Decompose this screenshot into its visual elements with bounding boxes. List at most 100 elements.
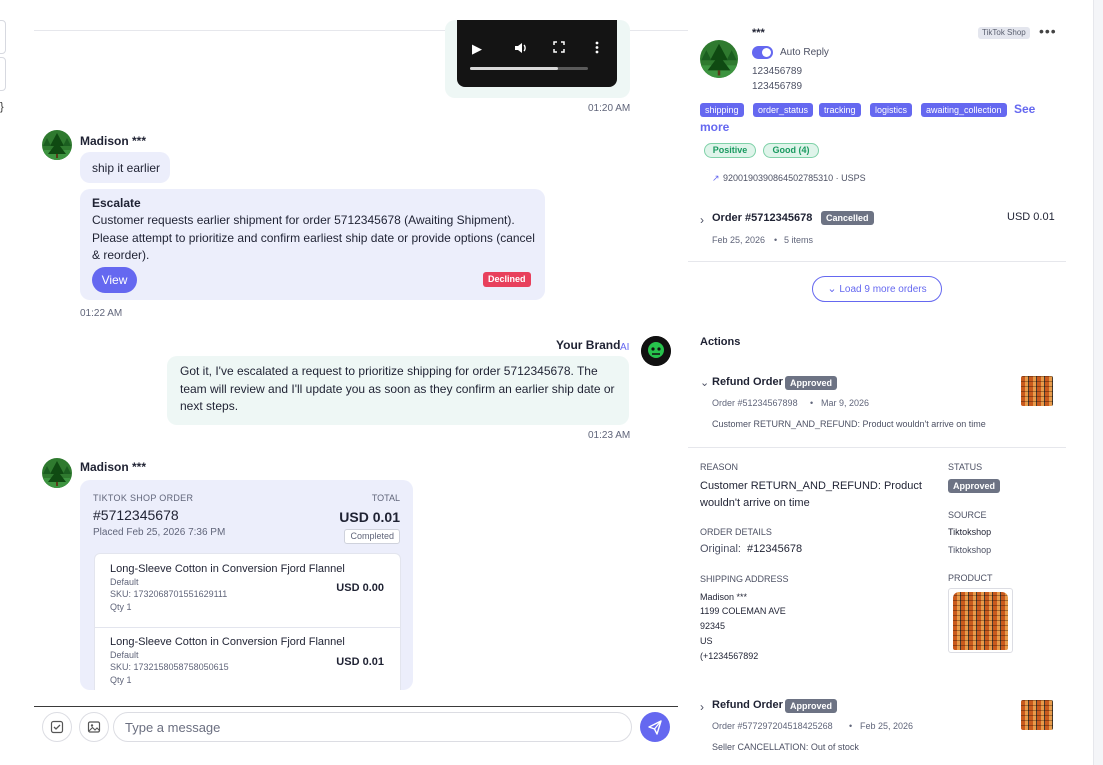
chevron-right-icon[interactable]: › xyxy=(700,213,704,227)
customer-id: 123456789 xyxy=(752,66,803,77)
video-more-icon[interactable] xyxy=(595,41,599,57)
shipping-address-label: SHIPPING ADDRESS xyxy=(700,574,789,584)
composer-divider xyxy=(34,706,678,707)
item-qty: Qty 1 xyxy=(110,602,132,612)
tag-chip[interactable]: logistics xyxy=(870,103,913,117)
collapsed-panel-edge[interactable] xyxy=(0,20,6,54)
tag-chip[interactable]: order_status xyxy=(753,103,814,117)
channel-badge: TikTok Shop xyxy=(978,27,1030,39)
source-value: Tiktokshop xyxy=(948,527,992,537)
product-image xyxy=(953,592,1008,650)
product-image-frame[interactable] xyxy=(948,588,1013,653)
order-card-label: TIKTOK SHOP ORDER xyxy=(93,493,194,503)
escalation-title: Escalate xyxy=(92,196,141,210)
total-label: TOTAL xyxy=(371,493,400,503)
item-name: Long-Sleeve Cotton in Conversion Fjord F… xyxy=(110,563,345,575)
status-badge: Approved xyxy=(785,699,838,713)
fullscreen-icon[interactable] xyxy=(553,41,565,56)
rating-pill: Good (4) xyxy=(763,143,819,158)
play-icon[interactable]: ▶ xyxy=(472,41,482,57)
send-button[interactable] xyxy=(640,712,670,742)
ai-badge: AI xyxy=(620,342,630,353)
view-button[interactable]: View xyxy=(92,267,137,293)
address-line: 92345 xyxy=(700,621,726,631)
message-text: ship it earlier xyxy=(92,161,161,175)
task-checkbox-icon[interactable] xyxy=(42,712,72,742)
order-card[interactable]: TIKTOK SHOP ORDER TOTAL #5712345678 USD … xyxy=(80,480,413,690)
refund-summary: Seller CANCELLATION: Out of stock xyxy=(712,742,859,752)
right-scrollbar[interactable] xyxy=(1093,0,1103,765)
customer-name: *** xyxy=(752,27,765,39)
tracking-number[interactable]: 9200190390864502785310 · USPS xyxy=(723,173,866,183)
message-time: 01:23 AM xyxy=(588,430,631,441)
tag-chip[interactable]: tracking xyxy=(819,103,861,117)
external-link-icon[interactable]: ↗ xyxy=(712,173,720,184)
video-progress-bar[interactable] xyxy=(470,67,588,70)
refund-order-number: Order #577297204518425268 xyxy=(712,721,833,731)
volume-icon[interactable] xyxy=(514,41,528,58)
more-options-icon[interactable]: ••• xyxy=(1039,23,1057,39)
list-item: Long-Sleeve Cotton in Conversion Fjord F… xyxy=(95,554,400,627)
refund-title[interactable]: Refund Order xyxy=(712,376,783,388)
source-value-2: Tiktokshop xyxy=(948,545,992,555)
order-date: Feb 25, 2026 xyxy=(712,235,766,245)
refund-summary: Customer RETURN_AND_REFUND: Product woul… xyxy=(712,419,986,429)
panel-edge-glyph: } xyxy=(0,101,4,113)
load-more-orders-button[interactable]: ⌄ Load 9 more orders xyxy=(812,276,942,302)
refund-title[interactable]: Refund Order xyxy=(712,699,783,711)
chat-pane: } ▶ 01:20 AM Madison *** ship it earlier… xyxy=(0,0,688,765)
sender-name: Madison *** xyxy=(80,134,147,148)
order-placed-date: Placed Feb 25, 2026 7:36 PM xyxy=(93,527,226,538)
reason-label: REASON xyxy=(700,462,739,472)
image-upload-icon[interactable] xyxy=(79,712,109,742)
order-title[interactable]: Order #5712345678 xyxy=(712,212,812,224)
bullet: • xyxy=(849,721,853,731)
avatar xyxy=(42,458,72,488)
sender-name: Madison *** xyxy=(80,460,147,474)
item-sku: SKU: 1732158058758050615 xyxy=(110,662,229,672)
order-details-label: ORDER DETAILS xyxy=(700,527,772,537)
see-more-link-cont[interactable]: more xyxy=(700,120,729,134)
message-bubble: Got it, I've escalated a request to prio… xyxy=(167,356,629,425)
bullet: • xyxy=(810,398,814,408)
refund-date: Feb 25, 2026 xyxy=(860,721,914,731)
status-badge: Completed xyxy=(344,529,400,544)
see-more-link[interactable]: See xyxy=(1014,102,1035,116)
load-more-label: Load 9 more orders xyxy=(839,284,927,295)
address-line: 1199 COLEMAN AVE xyxy=(700,606,786,616)
refund-date: Mar 9, 2026 xyxy=(821,398,870,408)
message-bubble: ship it earlier xyxy=(80,152,170,183)
original-label: Original: xyxy=(700,543,741,555)
bullet: • xyxy=(774,235,778,245)
address-line: US xyxy=(700,636,713,646)
chevron-right-icon[interactable]: › xyxy=(700,700,704,714)
status-badge: Cancelled xyxy=(821,211,874,225)
original-order: #12345678 xyxy=(747,543,803,555)
customer-phone: 123456789 xyxy=(752,81,803,92)
list-item: Long-Sleeve Cotton in Conversion Fjord F… xyxy=(95,628,400,690)
message-input[interactable] xyxy=(113,712,632,742)
customer-side-panel: *** TikTok Shop ••• Auto Reply 123456789… xyxy=(688,0,1093,765)
tag-chip[interactable]: awaiting_collection xyxy=(921,103,1007,117)
actions-heading: Actions xyxy=(700,336,741,348)
product-thumbnail xyxy=(1021,376,1053,406)
order-total: USD 0.01 xyxy=(339,509,400,525)
status-badge: Approved xyxy=(948,479,1001,493)
message-text: Got it, I've escalated a request to prio… xyxy=(180,364,615,413)
chevron-down-icon[interactable]: ⌄ xyxy=(700,376,709,389)
order-amount: USD 0.01 xyxy=(1007,211,1055,223)
order-item-count: 5 items xyxy=(784,235,814,245)
status-badge: Approved xyxy=(785,376,838,390)
product-label: PRODUCT xyxy=(948,573,993,583)
address-line: Madison *** xyxy=(700,592,748,602)
avatar xyxy=(42,130,72,160)
tag-chip[interactable]: shipping xyxy=(700,103,744,117)
item-name: Long-Sleeve Cotton in Conversion Fjord F… xyxy=(110,636,345,648)
auto-reply-toggle[interactable] xyxy=(752,46,773,59)
collapsed-panel-edge-2[interactable] xyxy=(0,57,6,91)
sentiment-pill: Positive xyxy=(704,143,756,158)
status-label: STATUS xyxy=(948,462,983,472)
address-line: (+1234567892 xyxy=(700,651,759,661)
escalation-card: Escalate Customer requests earlier shipm… xyxy=(80,189,545,300)
item-variant: Default xyxy=(110,577,139,587)
